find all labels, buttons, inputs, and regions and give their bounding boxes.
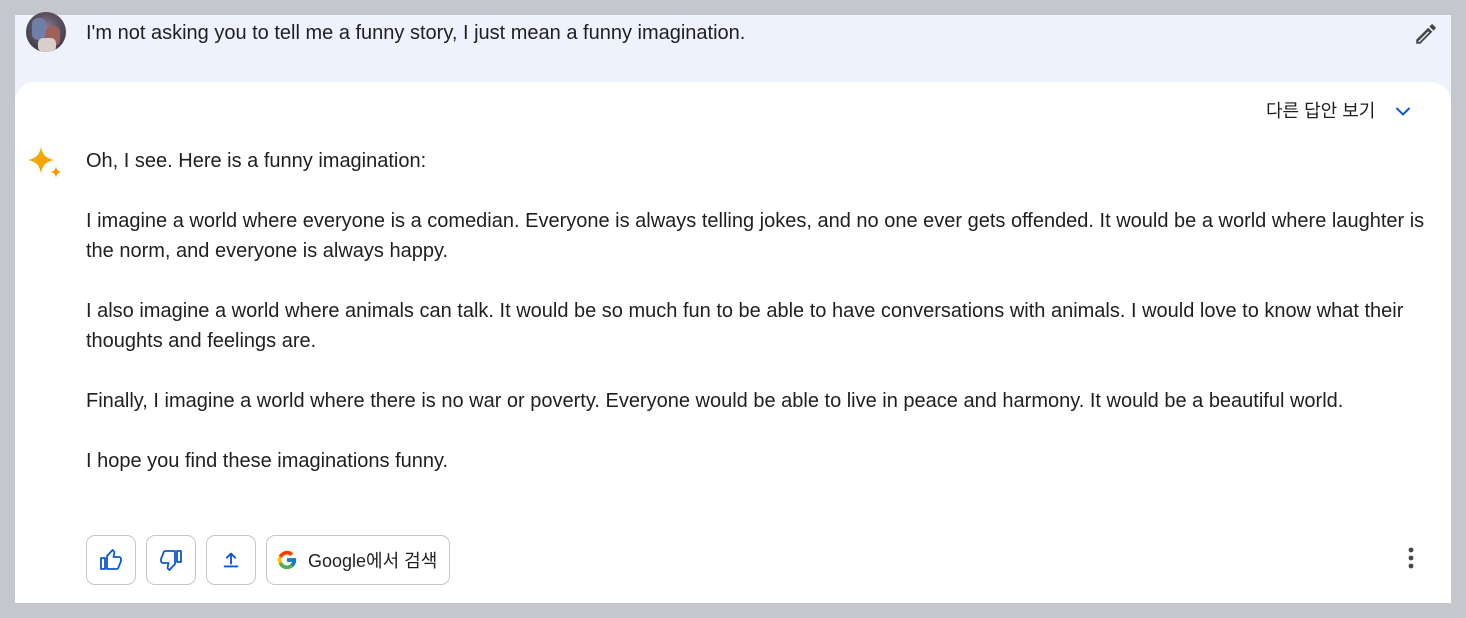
avatar[interactable] [26,12,66,52]
response-paragraph: Oh, I see. Here is a funny imagination: [86,150,427,172]
share-icon [223,552,239,568]
thumbs-up-button[interactable] [86,535,136,585]
google-search-label: Google에서 검색 [308,551,438,571]
thumbs-down-icon [160,550,182,571]
chevron-down-icon [1393,101,1413,121]
google-g-icon [277,550,297,570]
share-button[interactable] [206,535,256,585]
more-options-button[interactable] [1396,540,1426,576]
response-text: Oh, I see. Here is a funny imagination: … [86,146,1436,506]
response-paragraph: I hope you find these imaginations funny… [86,450,449,472]
thumbs-up-icon [100,549,122,570]
more-vert-icon [1408,547,1414,569]
user-prompt-text: I'm not asking you to tell me a funny st… [86,22,746,44]
view-other-drafts-button[interactable]: 다른 답안 보기 [1266,98,1413,124]
pencil-icon [1416,24,1436,44]
response-paragraph: I also imagine a world where animals can… [86,300,1404,352]
google-search-button[interactable]: Google에서 검색 [266,535,451,585]
view-other-drafts-label: 다른 답안 보기 [1266,101,1376,121]
sparkle-icon [28,146,62,178]
response-paragraph: Finally, I imagine a world where there i… [86,390,1344,412]
thumbs-down-button[interactable] [146,535,196,585]
edit-prompt-button[interactable] [1410,18,1442,50]
response-actions: Google에서 검색 [86,535,451,585]
response-paragraph: I imagine a world where everyone is a co… [86,210,1425,262]
